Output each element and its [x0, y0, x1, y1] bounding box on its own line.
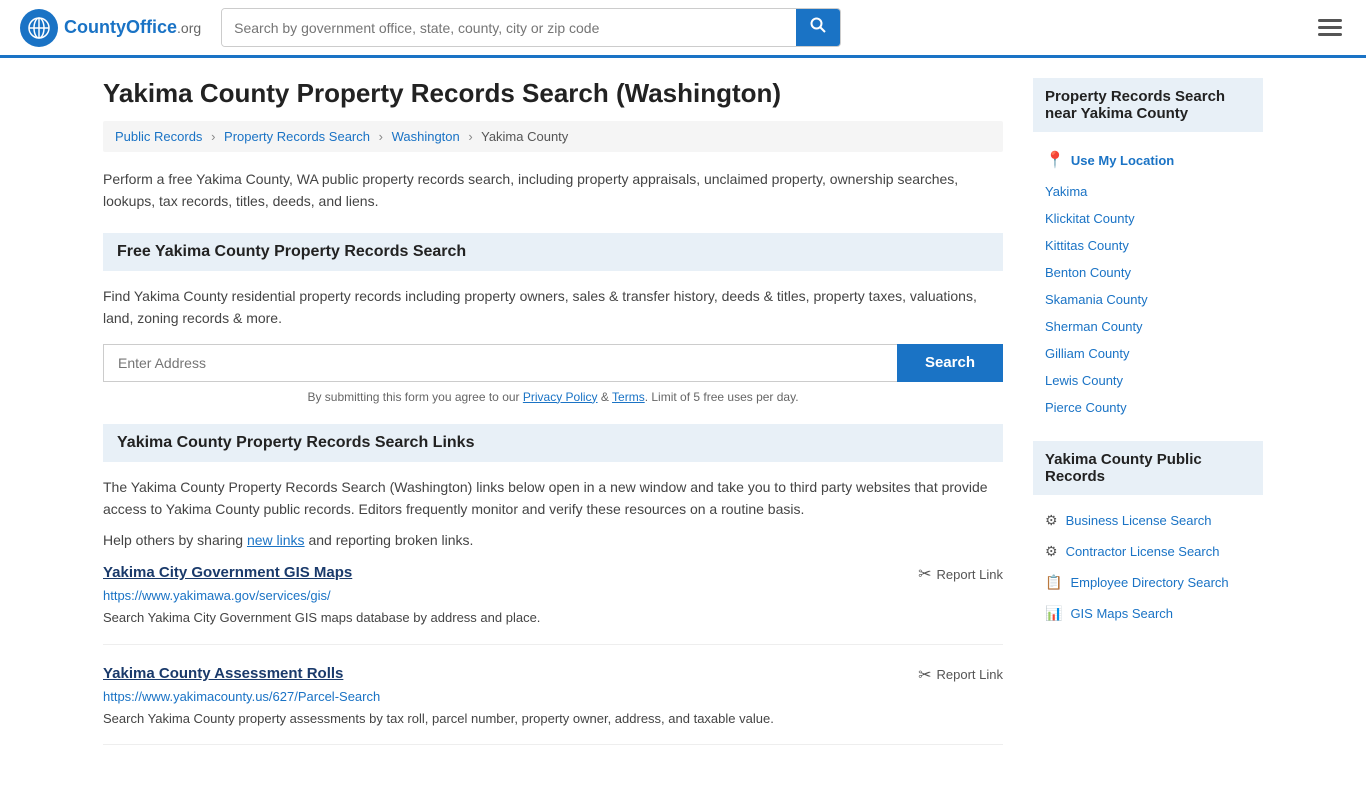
- free-search-heading: Free Yakima County Property Records Sear…: [103, 233, 1003, 271]
- yakima-link[interactable]: Yakima: [1045, 184, 1087, 199]
- breadcrumb-sep-1: ›: [211, 129, 215, 144]
- sidebar-item-sherman[interactable]: Sherman County: [1033, 313, 1263, 340]
- klickitat-link[interactable]: Klickitat County: [1045, 211, 1135, 226]
- report-link-gis-button[interactable]: ✂ Report Link: [918, 564, 1003, 584]
- sidebar-item-skamania[interactable]: Skamania County: [1033, 286, 1263, 313]
- contractor-license-icon: ⚙: [1045, 543, 1058, 560]
- sidebar-item-gilliam[interactable]: Gilliam County: [1033, 340, 1263, 367]
- page-title: Yakima County Property Records Search (W…: [103, 78, 1003, 109]
- sidebar-property-search: Property Records Search near Yakima Coun…: [1033, 78, 1263, 421]
- sidebar-public-records-title: Yakima County Public Records: [1033, 441, 1263, 495]
- link-item-gis-header: Yakima City Government GIS Maps ✂ Report…: [103, 564, 1003, 584]
- sidebar-contractor-license[interactable]: ⚙ Contractor License Search: [1033, 536, 1263, 567]
- header-search-button[interactable]: [796, 9, 840, 46]
- report-icon-gis: ✂: [918, 564, 931, 584]
- logo-county: CountyOffice: [64, 17, 177, 37]
- sidebar-employee-directory[interactable]: 📋 Employee Directory Search: [1033, 567, 1263, 598]
- sidebar-item-kittitas[interactable]: Kittitas County: [1033, 232, 1263, 259]
- free-search-section: Free Yakima County Property Records Sear…: [103, 233, 1003, 404]
- page-description: Perform a free Yakima County, WA public …: [103, 168, 1003, 213]
- employee-directory-icon: 📋: [1045, 574, 1062, 591]
- sidebar: Property Records Search near Yakima Coun…: [1033, 78, 1263, 765]
- site-logo[interactable]: CountyOffice.org: [20, 9, 201, 47]
- main-content: Yakima County Property Records Search (W…: [103, 78, 1003, 765]
- share-prefix: Help others by sharing: [103, 532, 247, 548]
- sidebar-business-license[interactable]: ⚙ Business License Search: [1033, 505, 1263, 536]
- report-icon-assessment: ✂: [918, 665, 931, 685]
- share-suffix: and reporting broken links.: [305, 532, 474, 548]
- search-submit-button[interactable]: Search: [897, 344, 1003, 382]
- logo-org: .org: [177, 20, 201, 36]
- breadcrumb-washington[interactable]: Washington: [392, 129, 460, 144]
- link-gis-url[interactable]: https://www.yakimawa.gov/services/gis/: [103, 588, 1003, 603]
- report-link-assessment-button[interactable]: ✂ Report Link: [918, 665, 1003, 685]
- sidebar-item-benton[interactable]: Benton County: [1033, 259, 1263, 286]
- header-search-wrapper: [221, 8, 841, 47]
- contractor-license-link[interactable]: Contractor License Search: [1066, 544, 1220, 559]
- breadcrumb-public-records[interactable]: Public Records: [115, 129, 202, 144]
- sidebar-item-klickitat[interactable]: Klickitat County: [1033, 205, 1263, 232]
- logo-icon: [20, 9, 58, 47]
- location-pin-icon: 📍: [1045, 150, 1065, 170]
- link-item-gis-title[interactable]: Yakima City Government GIS Maps: [103, 564, 352, 581]
- sidebar-public-records: Yakima County Public Records ⚙ Business …: [1033, 441, 1263, 629]
- free-search-description: Find Yakima County residential property …: [103, 285, 1003, 330]
- breadcrumb-current: Yakima County: [481, 129, 568, 144]
- gis-maps-icon: 📊: [1045, 605, 1062, 622]
- sherman-link[interactable]: Sherman County: [1045, 319, 1143, 334]
- breadcrumb-property-records[interactable]: Property Records Search: [224, 129, 370, 144]
- link-gis-desc: Search Yakima City Government GIS maps d…: [103, 608, 1003, 628]
- benton-link[interactable]: Benton County: [1045, 265, 1131, 280]
- business-license-link[interactable]: Business License Search: [1066, 513, 1212, 528]
- use-location-link[interactable]: Use My Location: [1071, 153, 1174, 168]
- sidebar-item-pierce[interactable]: Pierce County: [1033, 394, 1263, 421]
- disclaimer-prefix: By submitting this form you agree to our: [307, 390, 522, 404]
- pierce-link[interactable]: Pierce County: [1045, 400, 1127, 415]
- privacy-policy-link[interactable]: Privacy Policy: [523, 390, 598, 404]
- breadcrumb: Public Records › Property Records Search…: [103, 121, 1003, 152]
- report-link-gis-label: Report Link: [937, 567, 1003, 582]
- skamania-link[interactable]: Skamania County: [1045, 292, 1148, 307]
- share-links-text: Help others by sharing new links and rep…: [103, 532, 1003, 548]
- lewis-link[interactable]: Lewis County: [1045, 373, 1123, 388]
- new-links-link[interactable]: new links: [247, 532, 305, 548]
- sidebar-gis-maps[interactable]: 📊 GIS Maps Search: [1033, 598, 1263, 629]
- links-section: Yakima County Property Records Search Li…: [103, 424, 1003, 746]
- address-input[interactable]: [103, 344, 897, 382]
- logo-text: CountyOffice.org: [64, 17, 201, 38]
- report-link-assessment-label: Report Link: [937, 667, 1003, 682]
- terms-link[interactable]: Terms: [612, 390, 645, 404]
- breadcrumb-sep-2: ›: [379, 129, 383, 144]
- address-search-form: Search: [103, 344, 1003, 382]
- site-header: CountyOffice.org: [0, 0, 1366, 58]
- sidebar-property-search-title: Property Records Search near Yakima Coun…: [1033, 78, 1263, 132]
- link-item-gis: Yakima City Government GIS Maps ✂ Report…: [103, 564, 1003, 645]
- main-container: Yakima County Property Records Search (W…: [83, 58, 1283, 785]
- employee-directory-link[interactable]: Employee Directory Search: [1070, 575, 1228, 590]
- sidebar-item-yakima[interactable]: Yakima: [1033, 178, 1263, 205]
- links-description: The Yakima County Property Records Searc…: [103, 476, 1003, 521]
- breadcrumb-sep-3: ›: [468, 129, 472, 144]
- sidebar-item-lewis[interactable]: Lewis County: [1033, 367, 1263, 394]
- kittitas-link[interactable]: Kittitas County: [1045, 238, 1129, 253]
- disclaimer-suffix: . Limit of 5 free uses per day.: [645, 390, 799, 404]
- business-license-icon: ⚙: [1045, 512, 1058, 529]
- link-assessment-desc: Search Yakima County property assessment…: [103, 709, 1003, 729]
- link-item-assessment-title[interactable]: Yakima County Assessment Rolls: [103, 665, 343, 682]
- header-search-input[interactable]: [222, 9, 796, 46]
- gilliam-link[interactable]: Gilliam County: [1045, 346, 1130, 361]
- use-location-item[interactable]: 📍 Use My Location: [1033, 142, 1263, 178]
- link-item-assessment-header: Yakima County Assessment Rolls ✂ Report …: [103, 665, 1003, 685]
- gis-maps-link[interactable]: GIS Maps Search: [1070, 606, 1173, 621]
- link-assessment-url[interactable]: https://www.yakimacounty.us/627/Parcel-S…: [103, 689, 1003, 704]
- hamburger-menu-button[interactable]: [1314, 15, 1346, 40]
- links-heading: Yakima County Property Records Search Li…: [103, 424, 1003, 462]
- form-disclaimer: By submitting this form you agree to our…: [103, 390, 1003, 404]
- link-item-assessment: Yakima County Assessment Rolls ✂ Report …: [103, 665, 1003, 746]
